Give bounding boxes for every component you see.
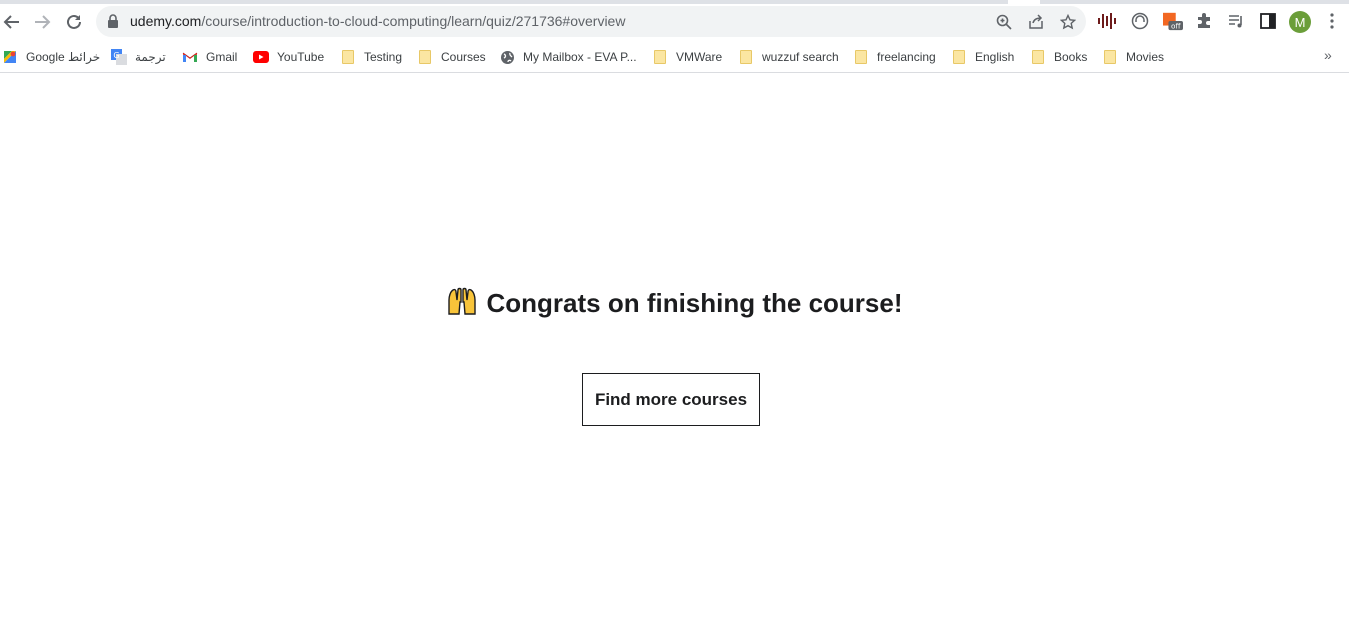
bookmark-label: Gmail <box>206 50 238 64</box>
audio-extension-icon[interactable] <box>1097 11 1117 31</box>
url-text[interactable]: udemy.com/course/introduction-to-cloud-c… <box>130 13 625 29</box>
browser-toolbar: udemy.com/course/introduction-to-cloud-c… <box>0 0 1349 42</box>
bookmark-folder-movies[interactable]: Movies <box>1102 47 1164 67</box>
extensions-puzzle-icon[interactable] <box>1194 11 1214 31</box>
folder-icon <box>1102 49 1118 65</box>
bookmark-youtube[interactable]: YouTube <box>253 47 324 67</box>
bookmark-folder-freelancing[interactable]: freelancing <box>853 47 936 67</box>
zoom-icon[interactable] <box>994 12 1014 32</box>
bookmark-google-maps[interactable]: Google خرائط <box>2 47 100 67</box>
bookmark-folder-testing[interactable]: Testing <box>340 47 402 67</box>
off-extension-icon[interactable]: off <box>1163 11 1183 31</box>
bookmark-gmail[interactable]: Gmail <box>182 47 237 67</box>
chrome-menu-icon[interactable] <box>1322 11 1342 31</box>
bookmark-translate[interactable]: G ترجمة <box>111 47 166 67</box>
reading-list-icon[interactable] <box>1226 11 1246 31</box>
tab-strip-edge <box>0 0 1008 4</box>
folder-icon <box>340 49 356 65</box>
google-translate-icon: G <box>111 49 127 65</box>
bookmarks-overflow-chevron-icon[interactable]: » <box>1324 47 1332 63</box>
bookmark-label: ترجمة <box>135 50 166 64</box>
folder-icon <box>652 49 668 65</box>
folder-icon <box>853 49 869 65</box>
bookmark-my-mailbox[interactable]: My Mailbox - EVA P... <box>499 47 637 67</box>
bookmark-label: My Mailbox - EVA P... <box>523 50 637 64</box>
congrats-heading: Congrats on finishing the course! <box>0 286 1349 321</box>
bookmark-folder-english[interactable]: English <box>951 47 1014 67</box>
bookmark-folder-books[interactable]: Books <box>1030 47 1087 67</box>
forward-icon[interactable] <box>30 10 54 34</box>
url-path: /course/introduction-to-cloud-computing/… <box>201 13 626 29</box>
svg-text:G: G <box>113 51 119 60</box>
side-panel-icon[interactable] <box>1258 11 1278 31</box>
bookmark-folder-vmware[interactable]: VMWare <box>652 47 722 67</box>
url-host: udemy.com <box>130 13 202 29</box>
bookmark-label: Books <box>1054 50 1088 64</box>
bookmark-label: Testing <box>364 50 403 64</box>
address-bar[interactable]: udemy.com/course/introduction-to-cloud-c… <box>96 6 1086 37</box>
bookmark-label: Courses <box>441 50 486 64</box>
bookmark-label: Movies <box>1126 50 1165 64</box>
find-more-courses-button[interactable]: Find more courses <box>582 373 760 426</box>
bookmark-label: VMWare <box>676 50 723 64</box>
headset-extension-icon[interactable] <box>1130 11 1150 31</box>
bookmark-label: freelancing <box>877 50 936 64</box>
folder-icon <box>738 49 754 65</box>
folder-icon <box>417 49 433 65</box>
extension-badge-text: off <box>1171 21 1181 30</box>
bookmark-label: YouTube <box>277 50 325 64</box>
folder-icon <box>1030 49 1046 65</box>
folder-icon <box>951 49 967 65</box>
page-title: Congrats on finishing the course! <box>486 288 903 318</box>
bookmark-star-icon[interactable] <box>1058 12 1078 32</box>
google-maps-icon <box>2 49 18 65</box>
bookmark-folder-courses[interactable]: Courses <box>417 47 486 67</box>
lock-icon[interactable] <box>107 14 119 33</box>
bookmark-folder-wuzzuf-search[interactable]: wuzzuf search <box>738 47 839 67</box>
bookmark-label: wuzzuf search <box>762 50 839 64</box>
youtube-icon <box>253 49 269 65</box>
share-icon[interactable] <box>1026 12 1046 32</box>
bookmark-label: English <box>975 50 1015 64</box>
bookmark-label: Google خرائط <box>26 50 101 64</box>
globe-icon <box>499 49 515 65</box>
tab-strip-edge <box>1040 0 1349 4</box>
raised-hands-icon <box>446 286 478 321</box>
back-icon[interactable] <box>0 10 24 34</box>
profile-avatar[interactable]: M <box>1289 11 1311 33</box>
bookmarks-bar: Google خرائط G ترجمة Gmail YouTube Testi… <box>0 42 1349 73</box>
gmail-icon <box>182 49 198 65</box>
reload-icon[interactable] <box>62 10 86 34</box>
